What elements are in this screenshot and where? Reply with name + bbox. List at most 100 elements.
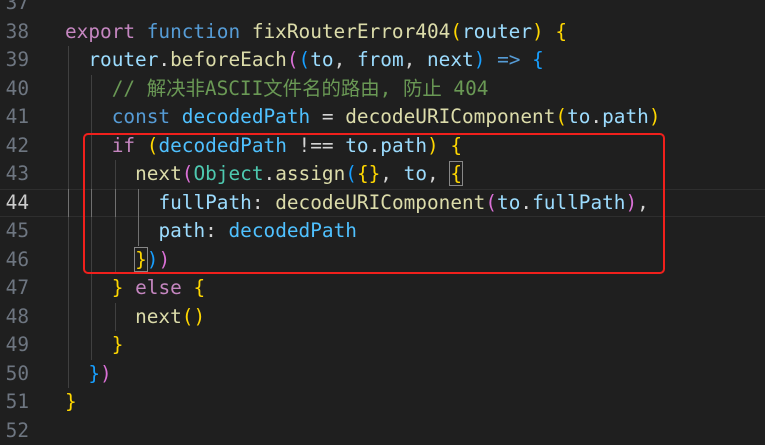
code-content: }	[65, 388, 77, 417]
code-line[interactable]: 49}	[0, 331, 765, 360]
code-token: =>	[497, 48, 520, 71]
code-token: =	[310, 105, 345, 128]
code-content: }	[112, 331, 124, 360]
code-line[interactable]: 52	[0, 417, 765, 445]
indent-guide	[115, 303, 116, 332]
code-comment: // 解决非ASCII文件名的路由, 防止 404	[112, 77, 489, 100]
code-token: {	[555, 20, 567, 43]
code-content: router.beforeEach((to, from, next) => {	[88, 46, 543, 75]
code-line[interactable]: 38 export function fixRouterError404(rout…	[0, 18, 765, 47]
code-line[interactable]: 40 // 解决非ASCII文件名的路由, 防止 404	[0, 75, 765, 104]
code-content: } else {	[112, 274, 205, 303]
code-token: }	[88, 362, 100, 385]
indent-guide	[91, 75, 92, 104]
indent-guide	[68, 303, 69, 332]
code-token: decodeURIComponent	[345, 105, 555, 128]
code-token: )	[474, 48, 486, 71]
code-line[interactable]: 39router.beforeEach((to, from, next) => …	[0, 46, 765, 75]
code-content: // 解决非ASCII文件名的路由, 防止 404	[112, 75, 489, 104]
line-number: 44	[0, 189, 29, 218]
code-token: const	[112, 105, 170, 128]
indent-guide	[68, 331, 69, 360]
indent-guide	[68, 46, 69, 75]
indent-guide	[68, 75, 69, 104]
code-token: ,	[334, 48, 357, 71]
line-number: 39	[0, 46, 29, 75]
indent-guide	[68, 274, 69, 303]
code-token: (	[555, 105, 567, 128]
code-token: .	[590, 105, 602, 128]
code-token: ()	[182, 305, 205, 328]
code-token: router	[462, 20, 532, 43]
indent-guide	[68, 103, 69, 132]
line-number: 40	[0, 75, 29, 104]
line-number: 50	[0, 360, 29, 389]
indent-guide	[91, 103, 92, 132]
code-token: decodedPath	[182, 105, 310, 128]
code-token: }	[65, 390, 77, 413]
indent-guide	[68, 160, 69, 189]
code-token: to	[567, 105, 590, 128]
code-token: }	[112, 333, 124, 356]
code-token: function	[147, 20, 240, 43]
indent-guide	[68, 360, 69, 389]
code-token: (	[299, 48, 311, 71]
line-number: 38	[0, 18, 29, 47]
code-token: )	[649, 105, 661, 128]
indent-guide	[91, 274, 92, 303]
code-content: export function fixRouterError404(router…	[65, 18, 567, 47]
line-number: 52	[0, 417, 29, 445]
code-token: from	[357, 48, 404, 71]
code-token: {	[193, 276, 205, 299]
code-token	[170, 105, 182, 128]
code-token	[123, 276, 135, 299]
line-number: 37	[0, 0, 29, 18]
line-number: 43	[0, 160, 29, 189]
code-content: })	[88, 360, 111, 389]
indent-guide	[68, 132, 69, 161]
line-number: 46	[0, 246, 29, 275]
code-line[interactable]: 50})	[0, 360, 765, 389]
code-token: to	[310, 48, 333, 71]
indent-guide	[91, 303, 92, 332]
line-number: 48	[0, 303, 29, 332]
code-token	[182, 276, 194, 299]
indent-guide	[68, 246, 69, 275]
line-number: 49	[0, 331, 29, 360]
code-token	[544, 20, 556, 43]
indent-guide	[68, 217, 69, 246]
code-token: {	[532, 48, 544, 71]
code-token: next	[427, 48, 474, 71]
code-content: const decodedPath = decodeURIComponent(t…	[112, 103, 661, 132]
code-token: router	[88, 48, 158, 71]
code-line[interactable]: 41 const decodedPath = decodeURIComponent…	[0, 103, 765, 132]
line-number: 47	[0, 274, 29, 303]
code-line[interactable]: 37	[0, 0, 765, 18]
code-token	[135, 20, 147, 43]
code-token: ,	[404, 48, 427, 71]
code-token: }	[112, 276, 124, 299]
code-token: export	[65, 20, 135, 43]
indent-guide	[68, 189, 69, 218]
code-token	[240, 20, 252, 43]
code-token	[485, 48, 497, 71]
code-line[interactable]: 48 next()	[0, 303, 765, 332]
code-token: beforeEach	[170, 48, 287, 71]
code-token: )	[100, 362, 112, 385]
line-number: 45	[0, 217, 29, 246]
line-number: 51	[0, 388, 29, 417]
code-token: path	[602, 105, 649, 128]
code-token: fixRouterError404	[252, 20, 450, 43]
highlight-annotation-box	[83, 133, 665, 274]
indent-guide	[91, 331, 92, 360]
code-token: else	[135, 276, 182, 299]
code-line[interactable]: 51}	[0, 388, 765, 417]
code-token: (	[450, 20, 462, 43]
code-content: next()	[135, 303, 205, 332]
code-line[interactable]: 47} else {	[0, 274, 765, 303]
code-token: next	[135, 305, 182, 328]
code-token: )	[532, 20, 544, 43]
code-token: .	[158, 48, 170, 71]
line-number: 41	[0, 103, 29, 132]
line-number: 42	[0, 132, 29, 161]
